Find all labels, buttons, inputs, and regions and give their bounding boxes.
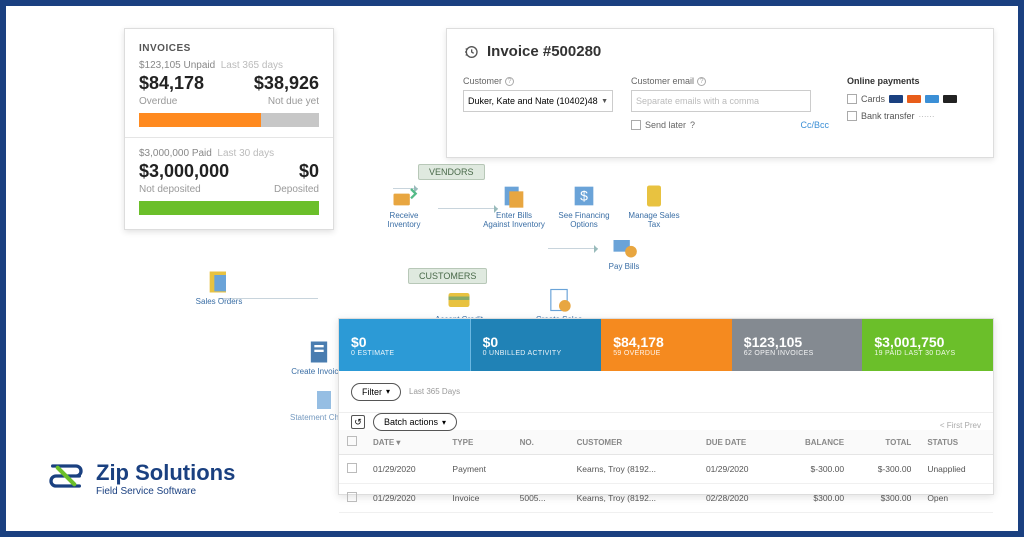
col-total[interactable]: TOTAL [852,430,919,455]
reverse-icon[interactable]: ↺ [351,415,365,429]
history-icon [463,44,479,60]
bills-icon [500,182,528,210]
invoices-summary-card: INVOICES $123,105 Unpaid Last 365 days $… [124,28,334,230]
col-balance[interactable]: BALANCE [777,430,852,455]
sales-orders-link[interactable]: Sales Orders [188,268,250,307]
row-checkbox[interactable] [347,463,357,473]
overdue-amount: $84,178 [139,73,204,94]
invoice-detail-card: Invoice #500280 Customer? Duker, Kate an… [446,28,994,158]
visa-icon [889,95,903,103]
enter-bills-link[interactable]: Enter Bills Against Inventory [483,182,545,230]
credit-card-icon [445,286,473,314]
amex-icon [925,95,939,103]
notdeposited-amount: $3,000,000 [139,161,229,182]
tile-open[interactable]: $123,10562 OPEN INVOICES [732,319,863,371]
invoice-icon [305,338,333,366]
svg-text:$: $ [580,188,588,204]
ccbcc-link[interactable]: Cc/Bcc [800,120,829,130]
send-later-checkbox[interactable] [631,120,641,130]
logo-icon [46,456,86,501]
receipt-icon [545,286,573,314]
table-row[interactable]: 01/29/2020 Invoice 5005... Kearns, Troy … [339,484,993,513]
batch-actions-button[interactable]: Batch actions [373,413,457,431]
discover-icon [943,95,957,103]
help-icon[interactable]: ? [505,77,514,86]
sales-orders-icon [205,268,233,296]
zip-solutions-logo: Zip Solutions Field Service Software [46,456,235,501]
col-date[interactable]: DATE ▾ [365,430,444,455]
tile-paid[interactable]: $3,001,75019 PAID LAST 30 DAYS [862,319,993,371]
filter-button[interactable]: Filter [351,383,401,401]
bank-checkbox[interactable] [847,111,857,121]
financing-icon: $ [570,182,598,210]
customer-email-input[interactable]: Separate emails with a comma [631,90,811,112]
col-due[interactable]: DUE DATE [698,430,777,455]
customers-header: CUSTOMERS [408,268,487,284]
invoices-table: DATE ▾ TYPE NO. CUSTOMER DUE DATE BALANC… [339,430,993,513]
tile-overdue[interactable]: $84,17859 OVERDUE [601,319,732,371]
box-arrow-icon [390,182,418,210]
tile-estimate[interactable]: $00 ESTIMATE [339,319,471,371]
invoice-dashboard: $00 ESTIMATE $00 UNBILLED ACTIVITY $84,1… [338,318,994,495]
vendors-header: VENDORS [418,164,485,180]
row-checkbox[interactable] [347,492,357,502]
select-all-checkbox[interactable] [347,436,357,446]
mastercard-icon [907,95,921,103]
unpaid-progress-bar [139,113,319,127]
statement-icon [312,388,336,412]
help-icon[interactable]: ? [690,120,695,130]
notdue-amount: $38,926 [254,73,319,94]
invoices-title: INVOICES [139,43,319,54]
sales-tax-link[interactable]: Manage Sales Tax [623,182,685,230]
col-no[interactable]: NO. [512,430,569,455]
pay-bills-icon [610,233,638,261]
customer-select[interactable]: Duker, Kate and Nate (10402)48 [463,90,613,112]
pay-bills-link[interactable]: Pay Bills [593,233,655,272]
paid-progress-bar [139,201,319,215]
col-type[interactable]: TYPE [444,430,511,455]
tile-unbilled[interactable]: $00 UNBILLED ACTIVITY [471,319,602,371]
cards-checkbox[interactable] [847,94,857,104]
tax-icon [640,182,668,210]
col-customer[interactable]: CUSTOMER [569,430,698,455]
invoice-title: Invoice #500280 [487,43,601,60]
receive-inventory-link[interactable]: Receive Inventory [373,182,435,230]
col-status[interactable]: STATUS [919,430,993,455]
financing-link[interactable]: $ See Financing Options [553,182,615,230]
table-row[interactable]: 01/29/2020 Payment Kearns, Troy (8192...… [339,455,993,484]
help-icon[interactable]: ? [697,77,706,86]
